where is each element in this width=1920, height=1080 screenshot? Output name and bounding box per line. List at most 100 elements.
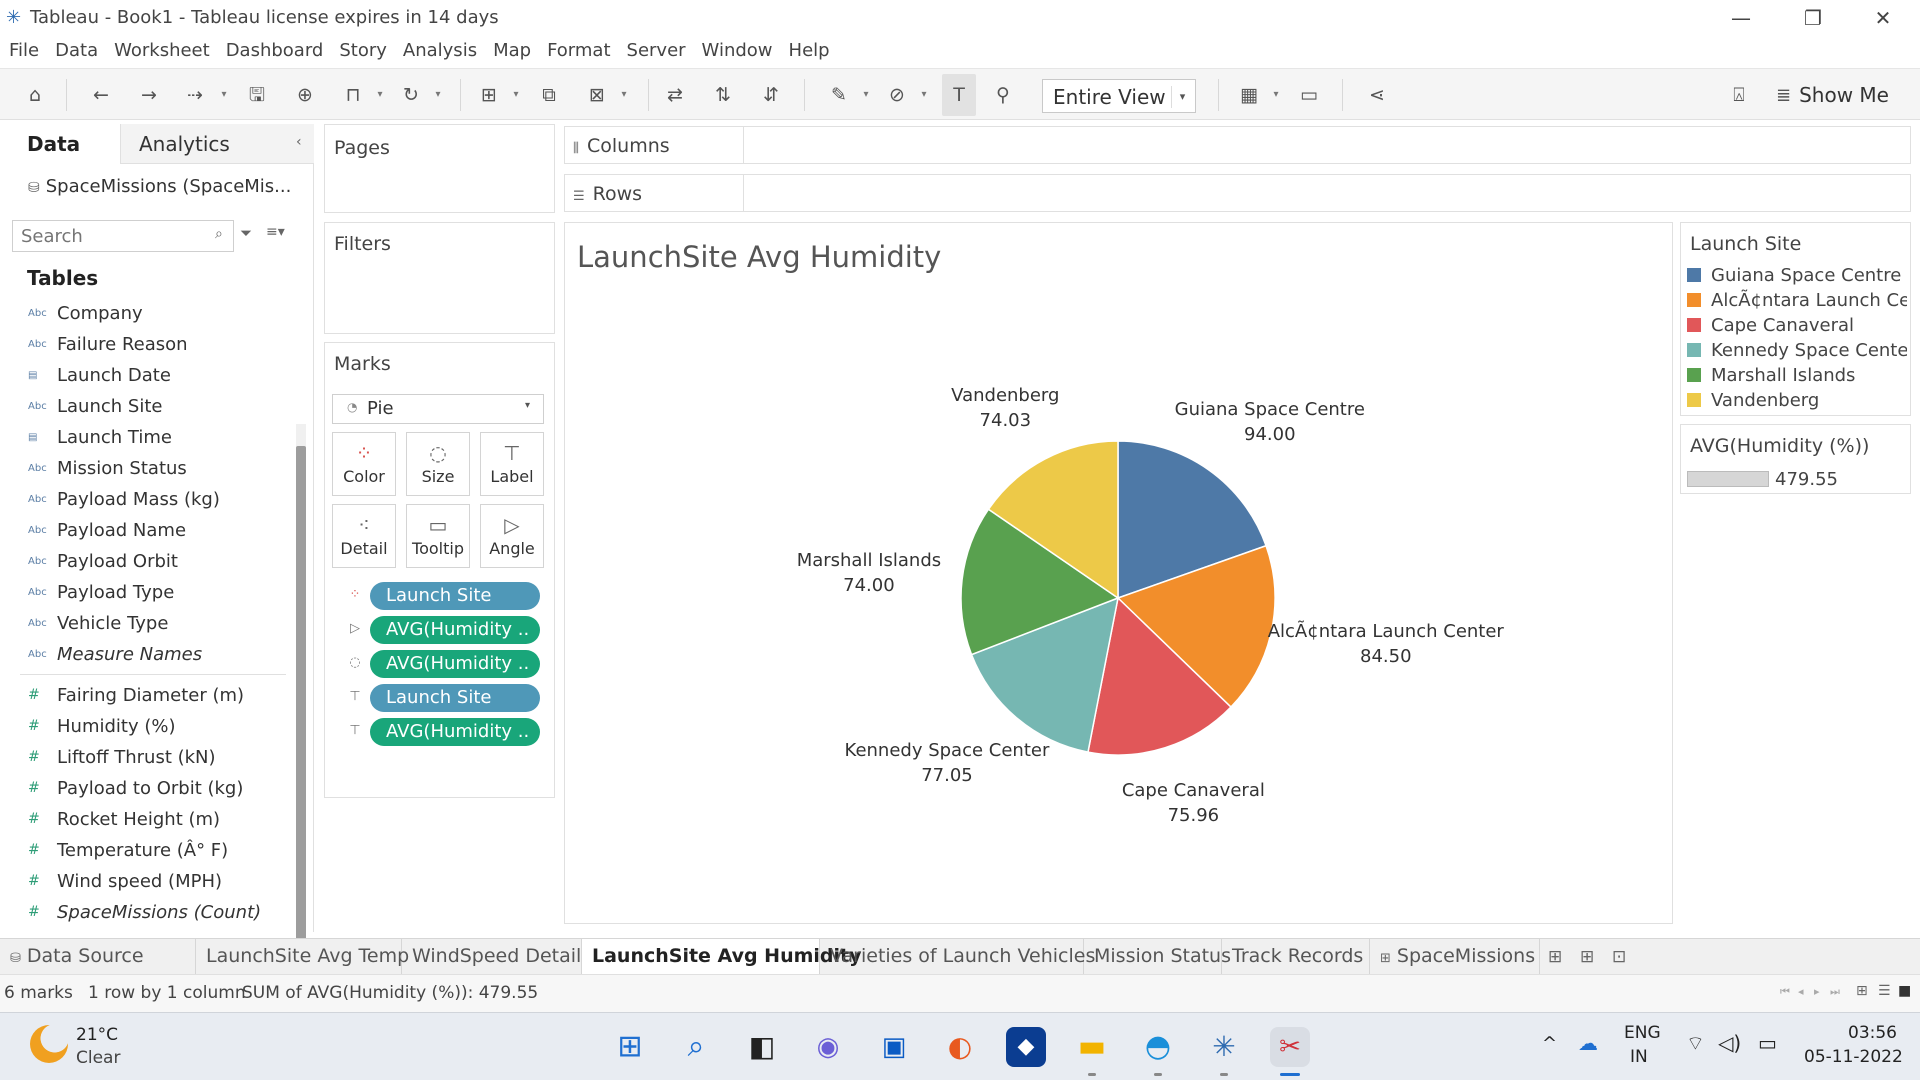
dimension-field[interactable]: ▤ Launch Time (28, 424, 172, 450)
duplicate-sheet-icon[interactable]: ⧉ (534, 81, 564, 109)
measure-field[interactable]: # Wind speed (MPH) (28, 868, 222, 894)
menu-format[interactable]: Format (547, 40, 610, 61)
legend-item[interactable]: AlcÃ¢ntara Launch Ce.. (1687, 288, 1907, 312)
new-worksheet-icon[interactable]: ⊞ (474, 81, 504, 109)
new-datasource-icon[interactable]: ⊕ (290, 81, 320, 109)
save-icon[interactable]: 🖫 (242, 81, 272, 109)
measure-field[interactable]: # Payload to Orbit (kg) (28, 775, 243, 801)
dimension-field[interactable]: ▤ Launch Date (28, 362, 171, 388)
menu-file[interactable]: File (9, 40, 39, 61)
tab-mission-status[interactable]: Mission Status (1084, 939, 1231, 975)
dimension-field[interactable]: Abc Payload Name (28, 517, 186, 543)
tabs-view-icon[interactable]: ■ (1898, 983, 1911, 999)
mark-type-dropdown[interactable]: ◔ Pie ▾ (332, 394, 544, 424)
dimension-field[interactable]: Abc Launch Site (28, 393, 162, 419)
legend-item[interactable]: Cape Canaveral (1687, 313, 1907, 337)
angle-button[interactable]: ▷ Angle (480, 504, 544, 568)
highlight-dropdown-icon[interactable]: ▾ (860, 81, 872, 109)
onedrive-icon[interactable]: ☁ (1578, 1031, 1598, 1055)
show-me-button[interactable]: ≣ Show Me (1776, 80, 1889, 110)
collapse-pane-icon[interactable]: ‹ (296, 134, 302, 150)
legend-item[interactable]: Vandenberg (1687, 388, 1907, 412)
menu-window[interactable]: Window (702, 40, 773, 61)
pause-dropdown-icon[interactable]: ▾ (374, 81, 386, 109)
dimension-field[interactable]: Abc Payload Type (28, 579, 174, 605)
sort-ascending-icon[interactable]: ⇅ (708, 81, 738, 109)
pill-avg-humidity-label[interactable]: AVG(Humidity .. (370, 718, 540, 746)
clear-sheet-icon[interactable]: ⊠ (582, 81, 612, 109)
share-icon[interactable]: ⋖ (1362, 81, 1392, 109)
next-page-icon[interactable]: ▸ (1814, 985, 1820, 998)
filters-shelf[interactable]: Filters (324, 222, 555, 334)
new-dashboard-icon[interactable]: ⊞ (1580, 947, 1594, 967)
tooltip-button[interactable]: ▭ Tooltip (406, 504, 470, 568)
snipping-tool-icon[interactable]: ✂ (1270, 1027, 1310, 1067)
prev-page-icon[interactable]: ◂ (1798, 985, 1804, 998)
chevron-up-icon[interactable]: ^ (1542, 1033, 1557, 1054)
home-icon[interactable]: ⌂ (20, 81, 50, 109)
tab-track-records[interactable]: Track Records (1222, 939, 1370, 975)
pages-shelf[interactable]: Pages (324, 124, 555, 213)
filmstrip-icon[interactable]: ☰ (1878, 983, 1891, 999)
ask-data-icon[interactable]: ⍓ (1724, 81, 1754, 109)
moon-weather-icon[interactable] (30, 1025, 68, 1063)
close-button[interactable]: ✕ (1858, 4, 1908, 32)
detail-button[interactable]: ⁖ Detail (332, 504, 396, 568)
dimension-field[interactable]: Abc Payload Orbit (28, 548, 178, 574)
legend-item[interactable]: Guiana Space Centre (1687, 263, 1907, 287)
tab-analytics[interactable]: Analytics (120, 124, 314, 164)
tab-launchsite-avg-humidity[interactable]: LaunchSite Avg Humidity (582, 939, 862, 975)
show-mark-labels-icon[interactable]: T (942, 74, 976, 116)
file-explorer-icon[interactable]: ▬ (1072, 1027, 1112, 1067)
fit-selector[interactable]: Entire View ▾ (1042, 79, 1196, 113)
edge-icon[interactable]: ◓ (1138, 1027, 1178, 1067)
label-button[interactable]: ⊤ Label (480, 432, 544, 496)
chat-icon[interactable]: ◉ (808, 1027, 848, 1067)
measure-field[interactable]: # Humidity (%) (28, 713, 176, 739)
replay-icon[interactable]: ⇢ (180, 81, 210, 109)
task-view-icon[interactable]: ◧ (742, 1027, 782, 1067)
measure-field[interactable]: # Temperature (Â° F) (28, 837, 228, 863)
firefox-icon[interactable]: ◐ (940, 1027, 980, 1067)
menu-map[interactable]: Map (493, 40, 531, 61)
search-icon[interactable]: ⌕ (676, 1027, 716, 1067)
menu-story[interactable]: Story (339, 40, 387, 61)
new-worksheet-icon[interactable]: ⊞ (1548, 947, 1562, 967)
legend-item[interactable]: Kennedy Space Center (1687, 338, 1907, 362)
tab-launchsite-avg-temp[interactable]: LaunchSite Avg Temp (196, 939, 409, 975)
clock-time[interactable]: 03:56 (1848, 1023, 1897, 1043)
redo-icon[interactable]: → (134, 81, 164, 109)
language-secondary[interactable]: IN (1630, 1047, 1648, 1067)
refresh-dropdown-icon[interactable]: ▾ (432, 81, 444, 109)
menu-data[interactable]: Data (55, 40, 98, 61)
dimension-field[interactable]: Abc Payload Mass (kg) (28, 486, 220, 512)
tab-windspeed-details[interactable]: WindSpeed Details (402, 939, 591, 975)
minimize-button[interactable]: — (1716, 4, 1766, 32)
store-icon[interactable]: ▣ (874, 1027, 914, 1067)
fix-axes-icon[interactable]: ⚲ (988, 81, 1018, 109)
rows-shelf[interactable]: ☰ Rows (564, 174, 1911, 212)
pie-chart[interactable] (564, 222, 1673, 924)
dropbox-icon[interactable]: ◆ (1006, 1027, 1046, 1067)
volume-icon[interactable]: ◁) (1718, 1031, 1741, 1055)
menu-server[interactable]: Server (627, 40, 686, 61)
undo-icon[interactable]: ← (86, 81, 116, 109)
measure-field[interactable]: # SpaceMissions (Count) (28, 899, 261, 925)
show-cards-icon[interactable]: ▦ (1234, 81, 1264, 109)
menu-help[interactable]: Help (789, 40, 830, 61)
replay-dropdown-icon[interactable]: ▾ (218, 81, 230, 109)
highlight-icon[interactable]: ✎ (824, 81, 854, 109)
filter-icon[interactable]: ⏷ (240, 224, 252, 242)
tab-data[interactable]: Data (0, 124, 120, 164)
pill-launch-site-color[interactable]: Launch Site (370, 582, 540, 610)
pill-avg-humidity-size[interactable]: AVG(Humidity .. (370, 650, 540, 678)
clear-dropdown-icon[interactable]: ▾ (618, 81, 630, 109)
search-input[interactable] (13, 221, 203, 251)
dimension-field[interactable]: Abc Company (28, 300, 143, 326)
last-page-icon[interactable]: ⏭ (1830, 985, 1840, 999)
refresh-icon[interactable]: ↻ (396, 81, 426, 109)
first-page-icon[interactable]: ⏮ (1780, 985, 1790, 999)
datasource-item[interactable]: ⛁ SpaceMissions (SpaceMis... (28, 176, 291, 197)
menu-analysis[interactable]: Analysis (403, 40, 477, 61)
tab-varieties-of-launch-vehicles[interactable]: Varieties of Launch Vehicles (820, 939, 1095, 975)
